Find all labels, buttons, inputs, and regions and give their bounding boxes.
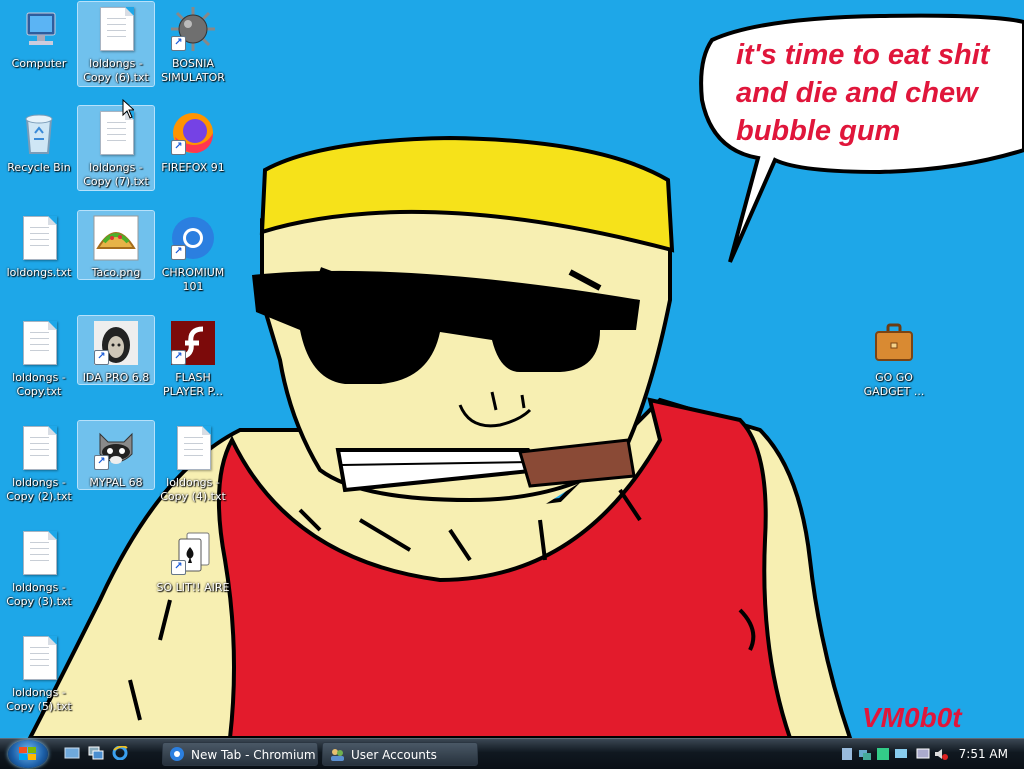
icon-label: CHROMIUM 101 <box>161 266 225 293</box>
recycle-bin-icon <box>15 109 63 157</box>
flash-player-icon: ↗ <box>169 319 217 367</box>
desktop-icon-flash-player[interactable]: ↗ FLASH PLAYER P... <box>155 316 231 399</box>
shortcut-arrow-icon: ↗ <box>171 560 186 575</box>
shortcut-arrow-icon: ↗ <box>171 36 186 51</box>
tray-app-icon[interactable] <box>840 747 854 761</box>
taskbar: New Tab - Chromium User Accounts 7:51 AM <box>0 738 1024 769</box>
system-tray: 7:51 AM <box>828 739 1024 769</box>
icon-label: loldongs - Copy (6).txt <box>83 57 149 84</box>
mouse-cursor-icon <box>122 99 134 119</box>
text-file-icon <box>15 319 63 367</box>
tray-monitor-icon[interactable] <box>894 747 908 761</box>
text-file-icon <box>169 424 217 472</box>
windows-logo-icon <box>19 747 36 760</box>
computer-icon <box>15 5 63 53</box>
desktop-icon-recycle-bin[interactable]: Recycle Bin <box>1 106 77 175</box>
tray-network-icon[interactable] <box>858 747 872 761</box>
switch-windows-icon[interactable] <box>88 746 104 760</box>
desktop-icon-computer[interactable]: Computer <box>1 2 77 71</box>
desktop-icon-loldongs-copy-2[interactable]: loldongs - Copy (2).txt <box>1 421 77 504</box>
shortcut-arrow-icon: ↗ <box>171 140 186 155</box>
icon-label: BOSNIA SIMULATOR <box>161 57 225 84</box>
desktop-icon-firefox-91[interactable]: ↗ FIREFOX 91 <box>155 106 231 175</box>
users-icon <box>331 749 344 761</box>
desktop-icon-ida-pro[interactable]: ↗ IDA PRO 6.8 <box>77 315 155 385</box>
desktop-icon-bosnia-simulator[interactable]: ↗ BOSNIA SIMULATOR <box>155 2 231 85</box>
icon-label: loldongs - Copy (7).txt <box>83 161 149 188</box>
taskbar-button-chromium[interactable]: New Tab - Chromium <box>162 742 318 766</box>
desktop-icon-loldongs-copy[interactable]: loldongs - Copy.txt <box>1 316 77 399</box>
icon-label: loldongs - Copy.txt <box>12 371 66 398</box>
wallpaper-signature: VM0b0t <box>862 702 962 733</box>
icon-label: loldongs.txt <box>6 266 72 279</box>
text-file-icon <box>15 529 63 577</box>
taskbar-button-label: User Accounts <box>351 748 437 762</box>
shortcut-arrow-icon: ↗ <box>171 245 186 260</box>
desktop-icon-loldongs-copy-4[interactable]: loldongs - Copy (4).txt <box>155 421 231 504</box>
text-file-icon <box>15 424 63 472</box>
icon-label: FLASH PLAYER P... <box>163 371 223 398</box>
shortcut-arrow-icon: ↗ <box>94 455 109 470</box>
text-file-icon <box>15 634 63 682</box>
text-file-icon <box>15 214 63 262</box>
text-file-icon <box>92 5 140 53</box>
chromium-icon: ↗ <box>169 214 217 262</box>
desktop-icon-loldongs[interactable]: loldongs.txt <box>1 211 77 280</box>
spiked-mine-icon: ↗ <box>169 5 217 53</box>
internet-explorer-icon[interactable] <box>112 746 128 760</box>
ida-pro-icon: ↗ <box>92 319 140 367</box>
icon-label: Taco.png <box>91 266 141 279</box>
taskbar-button-user-accounts[interactable]: User Accounts <box>322 742 478 766</box>
icon-label: FIREFOX 91 <box>161 161 225 174</box>
icon-label: IDA PRO 6.8 <box>82 371 150 384</box>
icon-label: loldongs - Copy (5).txt <box>6 686 72 713</box>
solitaire-icon: ↗ <box>169 529 217 577</box>
start-button[interactable] <box>8 740 48 768</box>
icon-label: Computer <box>11 57 67 70</box>
taskbar-clock[interactable]: 7:51 AM <box>959 739 1008 769</box>
icon-label: loldongs - Copy (4).txt <box>160 476 226 503</box>
briefcase-icon <box>870 319 918 367</box>
desktop-icon-mypal-68[interactable]: ↗ MYPAL 68 <box>77 420 155 490</box>
desktop-icon-taco-png[interactable]: Taco.png <box>77 210 155 280</box>
icon-label: Recycle Bin <box>7 161 71 174</box>
show-desktop-icon[interactable] <box>64 746 80 760</box>
volume-muted-icon[interactable] <box>934 747 948 761</box>
firefox-icon: ↗ <box>169 109 217 157</box>
icon-label: loldongs - Copy (2).txt <box>6 476 72 503</box>
taskbar-button-label: New Tab - Chromium <box>191 748 316 762</box>
desktop-icon-solitaire[interactable]: ↗ SO LIT!! AIRE <box>155 526 231 595</box>
desktop-icon-chromium-101[interactable]: ↗ CHROMIUM 101 <box>155 211 231 294</box>
chromium-icon <box>170 747 184 761</box>
icon-label: loldongs - Copy (3).txt <box>6 581 72 608</box>
icon-label: SO LIT!! AIRE <box>156 581 230 594</box>
icon-label: GO GO GADGET ... <box>863 371 925 398</box>
tray-display-icon[interactable] <box>916 747 930 761</box>
desktop-icon-loldongs-copy-3[interactable]: loldongs - Copy (3).txt <box>1 526 77 609</box>
shortcut-arrow-icon: ↗ <box>94 350 109 365</box>
tray-update-icon[interactable] <box>876 747 890 761</box>
raccoon-icon: ↗ <box>92 424 140 472</box>
desktop-icon-go-go-gadget[interactable]: GO GO GADGET ... <box>856 316 932 399</box>
icon-label: MYPAL 68 <box>89 476 143 489</box>
speech-bubble-text: it's time to eat shit and die and chew b… <box>736 39 990 147</box>
desktop-icon-loldongs-copy-7[interactable]: loldongs - Copy (7).txt <box>77 105 155 191</box>
desktop-icon-loldongs-copy-6[interactable]: loldongs - Copy (6).txt <box>77 1 155 87</box>
taco-image-icon <box>92 214 140 262</box>
shortcut-arrow-icon: ↗ <box>171 350 186 365</box>
desktop-icon-loldongs-copy-5[interactable]: loldongs - Copy (5).txt <box>1 631 77 714</box>
